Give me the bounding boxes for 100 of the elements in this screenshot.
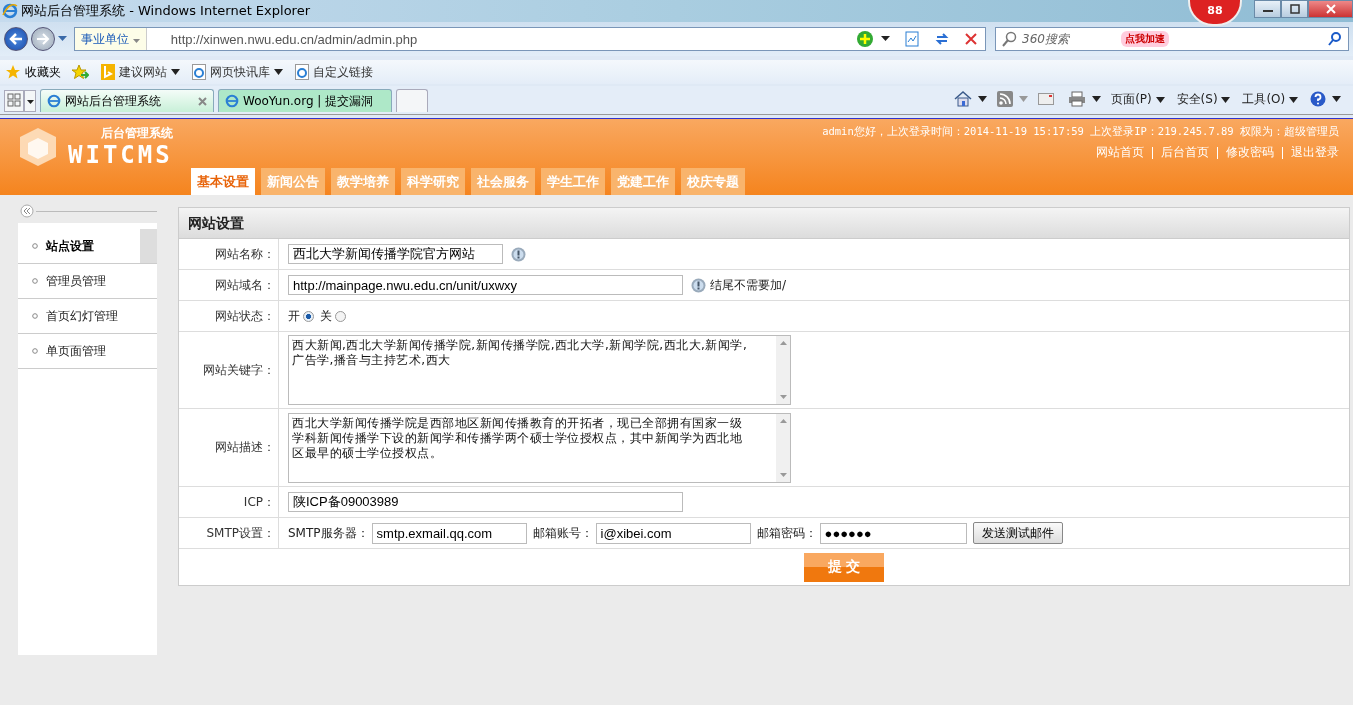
bullet-icon (32, 243, 38, 249)
search-icon (1002, 31, 1018, 47)
favorites-link[interactable]: 网页快讯库 (192, 63, 283, 81)
command-menu[interactable]: 页面(P) (1111, 90, 1165, 108)
tab-title: WooYun.org | 提交漏洞 (243, 92, 374, 110)
mail-icon[interactable] (1038, 93, 1055, 105)
close-icon[interactable] (198, 96, 207, 106)
field-label: 网站关键字： (179, 332, 279, 408)
text-field[interactable]: ●●●●●● (819, 522, 967, 544)
bullet-icon (32, 313, 38, 319)
favorites-link[interactable]: 收藏夹 (5, 63, 61, 81)
caret-icon[interactable] (881, 36, 890, 42)
scroll-up-icon[interactable] (779, 341, 787, 345)
arrow-left-icon (9, 33, 23, 45)
restore-icon (1289, 4, 1300, 14)
caret-icon[interactable] (1332, 96, 1341, 102)
bullet-icon (32, 348, 38, 354)
help-icon[interactable] (1310, 91, 1326, 107)
field-label: 网站描述： (179, 409, 279, 486)
text-field[interactable]: 西北大学新闻传播学院官方网站 (288, 244, 503, 264)
field-label: 邮箱密码： (756, 524, 817, 542)
restore-button[interactable] (1281, 0, 1308, 18)
ie-icon (225, 94, 239, 108)
field-label: ICP： (179, 487, 279, 517)
favorites-link[interactable]: 建议网站 (101, 63, 180, 81)
caret-icon (1155, 96, 1165, 103)
add-favorite-icon[interactable] (71, 64, 89, 80)
field-label: SMTP设置： (179, 518, 279, 548)
caret-icon[interactable] (1092, 96, 1102, 102)
hint-text: 结尾不需要加/ (710, 276, 787, 294)
search-field[interactable]: 360搜索 点我加速 (995, 27, 1349, 51)
page-icon (295, 64, 309, 80)
tab-title: 网站后台管理系统 (65, 92, 161, 110)
tab-list-button[interactable] (24, 90, 36, 112)
caret-icon (274, 69, 283, 75)
home-icon[interactable] (954, 91, 973, 107)
minimize-button[interactable] (1254, 0, 1281, 18)
radio-button[interactable] (303, 310, 314, 322)
window-title: 网站后台管理系统 - Windows Internet Explorer (21, 2, 310, 20)
field-label: 邮箱账号： (532, 524, 593, 542)
radio-button[interactable] (335, 310, 346, 322)
cube-logo-icon (18, 125, 58, 168)
text-field[interactable]: http://mainpage.nwu.edu.cn/unit/uxwxy (288, 275, 683, 295)
field-label: 网站状态： (179, 301, 279, 331)
scroll-down-icon[interactable] (779, 395, 787, 399)
scroll-down-icon[interactable] (779, 472, 787, 477)
field-label: SMTP服务器： (288, 524, 369, 542)
refresh-icon[interactable] (934, 31, 950, 47)
feed-icon[interactable] (997, 91, 1014, 107)
caret-icon (1221, 96, 1231, 103)
close-icon (1325, 4, 1336, 14)
browser-tab[interactable]: 网站后台管理系统 (40, 89, 214, 112)
star-icon (5, 64, 21, 80)
search-icon[interactable] (1328, 32, 1342, 46)
text-field[interactable]: 陕ICP备09003989 (288, 492, 683, 512)
radio-label: 关 (320, 307, 332, 325)
caret-icon[interactable] (978, 96, 988, 102)
back-button[interactable] (4, 27, 28, 51)
bullet-icon (32, 278, 38, 284)
arrow-right-icon (36, 33, 50, 45)
logo-subtitle: 后台管理系统 (100, 125, 173, 142)
page-icon (192, 64, 206, 80)
text-field[interactable]: smtp.exmail.qq.com (371, 522, 527, 544)
command-menu[interactable]: 工具(O) (1242, 90, 1298, 108)
caret-icon (171, 69, 180, 75)
ie-icon (2, 3, 18, 19)
test-mail-button[interactable]: 发送测试邮件 (972, 522, 1063, 544)
panel-title: 网站设置 (179, 208, 1349, 239)
scrollbar[interactable] (776, 413, 790, 482)
bing-icon (101, 64, 115, 80)
compat-icon[interactable] (904, 31, 920, 47)
close-button[interactable] (1308, 0, 1353, 18)
url-text[interactable]: http://xinwen.nwu.edu.cn/admin/admin.php (170, 31, 418, 47)
text-field[interactable]: i@xibei.com (595, 522, 751, 544)
caret-icon (1289, 96, 1298, 103)
command-menu[interactable]: 安全(S) (1176, 90, 1231, 108)
stop-icon[interactable] (964, 32, 978, 46)
speed-label[interactable]: 点我加速 (1121, 31, 1169, 47)
plus-icon[interactable] (856, 30, 874, 48)
sidebar-item[interactable]: 站点设置 (18, 229, 157, 264)
address-bar[interactable]: 事业单位 http://xinwen.nwu.edu.cn/admin/admin.php (74, 27, 986, 51)
zone-dropdown[interactable]: 事业单位 (75, 28, 147, 50)
field-label: 网站域名： (179, 270, 279, 300)
scroll-up-icon[interactable] (779, 418, 787, 423)
caret-icon (132, 39, 140, 43)
collapse-icon[interactable] (20, 204, 34, 218)
login-info: admin您好，上次登录时间：2014-11-19 15:17:59 上次登录IP：219.245.7.89 权限为：超级管理员 (822, 125, 1339, 139)
field-label: 网站名称： (179, 239, 279, 269)
favorites-link[interactable]: 自定义链接 (295, 63, 373, 81)
browser-tab[interactable]: WooYun.org | 提交漏洞 (218, 89, 392, 112)
ie-icon (47, 94, 61, 108)
scrollbar[interactable] (776, 336, 790, 404)
logo-name: WITCMS (68, 142, 173, 168)
text-area[interactable]: 西北大学新闻传播学院是西部地区新闻传播教育的开拓者，现已全部拥有国家一级学科新闻传播学下设的新闻学和传播学两个硕士学位授权点，其中新闻学为西北地区最早的硕士学位授权点。 (288, 412, 791, 483)
radio-label: 开 (288, 307, 300, 325)
forward-button[interactable] (31, 27, 55, 51)
printer-icon[interactable] (1068, 91, 1087, 107)
text-area[interactable]: 西大新闻,西北大学新闻传播学院,新闻传播学院,西北大学,新闻学院,西北大,新闻学,广告学,播音与主持艺术,西大 (288, 335, 791, 405)
caret-icon (26, 100, 34, 104)
speed-badge[interactable]: 88 (1188, 0, 1242, 26)
